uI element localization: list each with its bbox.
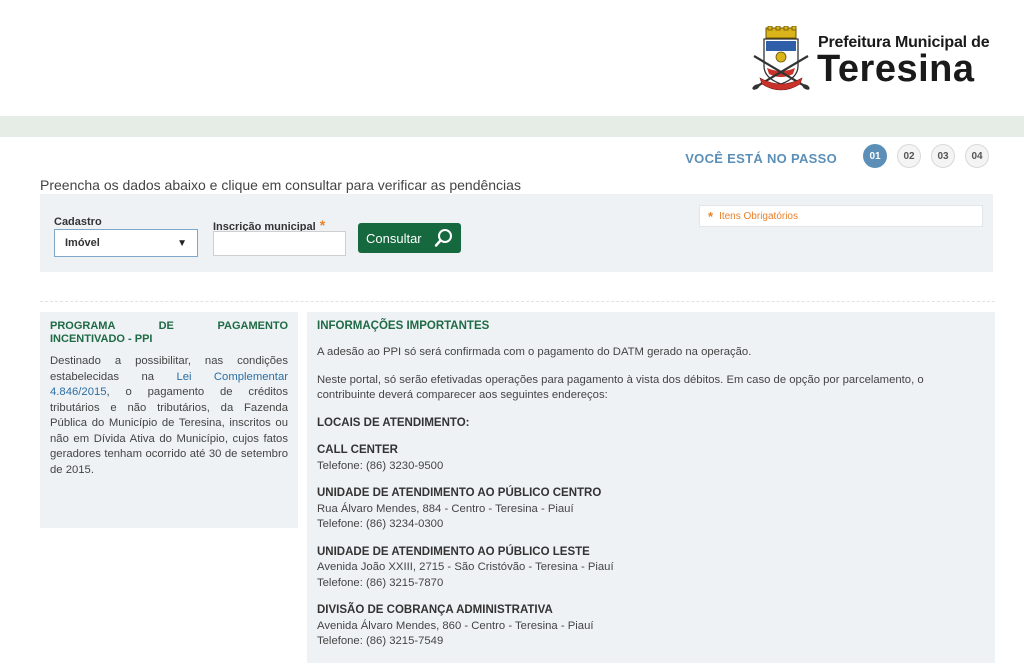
- location-name: CALL CENTER: [317, 444, 398, 456]
- location-phone: Telefone: (86) 3215-7870: [317, 576, 444, 589]
- step-04: 04: [965, 144, 989, 168]
- cadastro-select[interactable]: Imóvel ▼: [54, 229, 198, 257]
- consultar-button-label: Consultar: [366, 230, 422, 246]
- info-title: INFORMAÇÕES IMPORTANTES: [317, 320, 490, 332]
- logo-text-line2: Teresina: [817, 48, 975, 90]
- step-indicator-label: VOCÊ ESTÁ NO PASSO: [685, 150, 837, 166]
- header-band: [0, 116, 1024, 137]
- location-item: DIVISÃO DE COBRANÇA ADMINISTRATIVA Aveni…: [317, 603, 985, 650]
- important-info-box: INFORMAÇÕES IMPORTANTES A adesão ao PPI …: [307, 312, 995, 663]
- location-phone: Telefone: (86) 3230-9500: [317, 459, 444, 472]
- location-item: UNIDADE DE ATENDIMENTO AO PÚBLICO LESTE …: [317, 545, 985, 592]
- location-name: DIVISÃO DE COBRANÇA ADMINISTRATIVA: [317, 604, 553, 616]
- cadastro-selected-value: Imóvel: [65, 237, 100, 249]
- step-indicator: VOCÊ ESTÁ NO PASSO 01 02 03 04: [685, 143, 989, 169]
- required-items-legend: * Itens Obrigatórios: [699, 205, 983, 227]
- header: Prefeitura Municipal de Teresina: [0, 0, 1024, 116]
- step-02: 02: [897, 144, 921, 168]
- ppi-title-line1: PROGRAMA DE PAGAMENTO: [50, 320, 288, 332]
- consultar-button[interactable]: Consultar: [358, 223, 461, 253]
- ppi-info-box: PROGRAMA DE PAGAMENTO INCENTIVADO - PPI …: [40, 312, 298, 528]
- step-01: 01: [863, 144, 887, 168]
- location-address: Rua Álvaro Mendes, 884 - Centro - Teresi…: [317, 502, 574, 515]
- location-name: UNIDADE DE ATENDIMENTO AO PÚBLICO CENTRO: [317, 487, 602, 499]
- inscricao-municipal-input[interactable]: [213, 231, 346, 256]
- chevron-down-icon: ▼: [177, 237, 187, 249]
- location-item: UNIDADE DE ATENDIMENTO AO PÚBLICO CENTRO…: [317, 486, 985, 533]
- asterisk-icon: *: [708, 208, 714, 224]
- search-icon: [434, 229, 452, 247]
- ppi-title-line2: INCENTIVADO - PPI: [50, 333, 153, 345]
- location-item: CALL CENTER Telefone: (86) 3230-9500: [317, 443, 985, 474]
- location-address: Avenida Álvaro Mendes, 860 - Centro - Te…: [317, 619, 594, 632]
- teresina-crest-icon: [752, 26, 810, 91]
- location-phone: Telefone: (86) 3234-0300: [317, 518, 444, 530]
- instruction-text: Preencha os dados abaixo e clique em con…: [40, 177, 521, 193]
- ppi-text-after: , o pagamento de créditos tributários e …: [50, 386, 288, 476]
- required-items-text: Itens Obrigatórios: [719, 210, 798, 222]
- search-form: Cadastro Imóvel ▼ Inscrição municipal * C…: [40, 194, 993, 272]
- location-address: Avenida João XXIII, 2715 - São Cristóvão…: [317, 561, 614, 573]
- section-divider: [40, 301, 995, 302]
- prefeitura-logo[interactable]: Prefeitura Municipal de Teresina: [752, 26, 992, 96]
- location-name: UNIDADE DE ATENDIMENTO AO PÚBLICO LESTE: [317, 545, 590, 558]
- cadastro-label: Cadastro: [54, 216, 102, 228]
- locais-title: LOCAIS DE ATENDIMENTO:: [317, 416, 470, 429]
- step-03: 03: [931, 144, 955, 168]
- info-paragraph-1: A adesão ao PPI só será confirmada com o…: [317, 346, 752, 358]
- ppi-description: Destinado a possibilitar, nas condições …: [50, 354, 288, 478]
- location-phone: Telefone: (86) 3215-7549: [317, 635, 444, 647]
- info-paragraph-2: Neste portal, só serão efetivadas operaç…: [317, 373, 924, 402]
